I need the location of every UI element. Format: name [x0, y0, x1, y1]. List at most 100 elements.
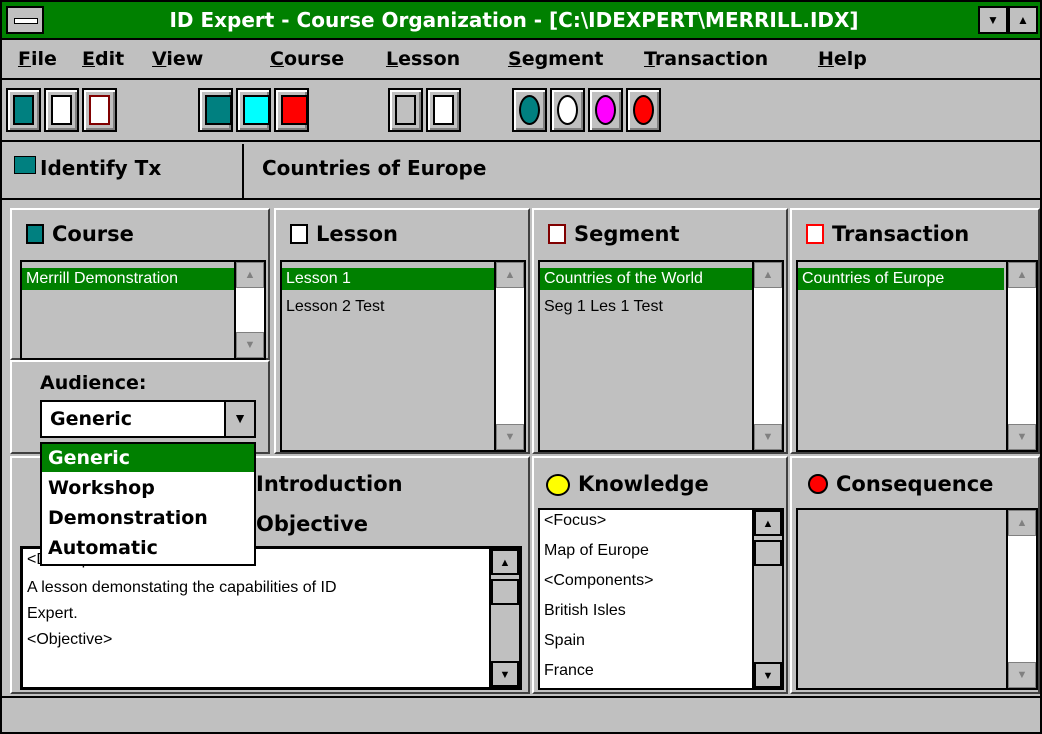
audience-option-demonstration[interactable]: Demonstration — [42, 504, 254, 532]
menu-edit[interactable]: Edit — [82, 48, 124, 70]
audience-select[interactable]: Generic ▼ — [40, 400, 256, 438]
execute-tx-icon — [243, 95, 270, 125]
scroll-down-button[interactable]: ▼ — [1008, 662, 1036, 688]
minimize-button[interactable]: ▼ — [978, 6, 1008, 34]
list-item[interactable]: Countries of the World — [540, 268, 752, 290]
segment-book-icon — [548, 224, 566, 244]
scroll-down-button[interactable]: ▼ — [754, 424, 782, 450]
knowledge-list[interactable]: <Focus> Map of Europe <Components> Briti… — [538, 508, 784, 690]
lesson-book-button[interactable] — [44, 88, 79, 132]
lesson-panel: Lesson Lesson 1 Lesson 2 Test ▲ ▼ — [274, 208, 530, 454]
course-list-scrollbar[interactable]: ▲ ▼ — [234, 262, 264, 358]
globe-search-4-button[interactable] — [626, 88, 661, 132]
scroll-up-button[interactable]: ▲ — [491, 549, 519, 575]
list-item[interactable]: <Components> — [544, 572, 653, 590]
interpret-tx-button[interactable] — [274, 88, 309, 132]
segment-list[interactable]: Countries of the World Seg 1 Les 1 Test … — [538, 260, 784, 452]
consequence-panel-title: Consequence — [836, 472, 994, 496]
list-item[interactable]: Seg 1 Les 1 Test — [544, 298, 663, 316]
list-item[interactable]: France — [544, 662, 594, 680]
audience-label: Audience: — [40, 372, 147, 394]
list-item[interactable]: Merrill Demonstration — [22, 268, 238, 290]
objective-title: Objective — [256, 512, 368, 536]
scroll-down-button[interactable]: ▼ — [496, 424, 524, 450]
chevron-down-icon[interactable]: ▼ — [224, 402, 254, 436]
description-textbox[interactable]: <Description> A lesson demonstating the … — [20, 546, 522, 690]
scroll-down-button[interactable]: ▼ — [236, 332, 264, 358]
text-line: A lesson demonstating the capabilities o… — [27, 579, 337, 596]
course-book-icon — [13, 95, 34, 125]
menu-course[interactable]: Course — [270, 48, 344, 70]
scroll-thumb[interactable] — [754, 540, 782, 566]
maximize-button[interactable]: ▲ — [1008, 6, 1038, 34]
globe-search-1-icon — [519, 95, 540, 125]
globe-search-1-button[interactable] — [512, 88, 547, 132]
scroll-up-button[interactable]: ▲ — [236, 262, 264, 288]
lesson-panel-title: Lesson — [316, 222, 399, 246]
execute-tx-button[interactable] — [236, 88, 271, 132]
title-bar[interactable]: ID Expert - Course Organization - [C:\ID… — [2, 2, 1040, 40]
lesson-book-icon — [51, 95, 72, 125]
transaction-type-label: Identify Tx — [40, 156, 162, 180]
menu-file[interactable]: File — [18, 48, 57, 70]
scroll-up-button[interactable]: ▲ — [754, 262, 782, 288]
list-item[interactable]: Lesson 1 — [282, 268, 494, 290]
knowledge-panel-title: Knowledge — [578, 472, 709, 496]
edit-knowledge-button[interactable] — [388, 88, 423, 132]
list-item[interactable]: <Focus> — [544, 512, 606, 530]
menu-transaction[interactable]: Transaction — [644, 48, 768, 70]
menu-segment[interactable]: Segment — [508, 48, 603, 70]
status-bar — [2, 696, 1040, 732]
text-line: Expert. — [27, 605, 78, 622]
scroll-down-button[interactable]: ▼ — [491, 661, 519, 687]
system-menu-button[interactable] — [6, 6, 44, 34]
scroll-down-button[interactable]: ▼ — [754, 662, 782, 688]
transaction-list[interactable]: Countries of Europe ▲ ▼ — [796, 260, 1038, 452]
transaction-panel-title: Transaction — [832, 222, 970, 246]
audience-dropdown-list[interactable]: Generic Workshop Demonstration Automatic — [40, 442, 256, 566]
transaction-book-icon — [806, 224, 824, 244]
audience-option-generic[interactable]: Generic — [42, 444, 254, 472]
description-scrollbar[interactable]: ▲ ▼ — [489, 549, 519, 687]
identify-tx-icon — [205, 95, 232, 125]
consequence-scrollbar[interactable]: ▲ ▼ — [1006, 510, 1036, 688]
globe-search-3-button[interactable] — [588, 88, 623, 132]
lesson-list-scrollbar[interactable]: ▲ ▼ — [494, 262, 524, 450]
text-line: <Objective> — [27, 631, 113, 648]
identify-tx-button[interactable] — [198, 88, 233, 132]
segment-panel-title: Segment — [574, 222, 680, 246]
lesson-list[interactable]: Lesson 1 Lesson 2 Test ▲ ▼ — [280, 260, 526, 452]
window-title: ID Expert - Course Organization - [C:\ID… — [169, 8, 859, 32]
consequence-panel: Consequence ▲ ▼ — [790, 456, 1040, 694]
list-item[interactable]: Map of Europe — [544, 542, 649, 560]
scroll-thumb[interactable] — [491, 579, 519, 605]
scroll-up-button[interactable]: ▲ — [1008, 262, 1036, 288]
globe-search-4-icon — [633, 95, 654, 125]
course-book-button[interactable] — [6, 88, 41, 132]
chart-button[interactable] — [426, 88, 461, 132]
list-item[interactable]: Lesson 2 Test — [286, 298, 384, 316]
segment-list-scrollbar[interactable]: ▲ ▼ — [752, 262, 782, 450]
audience-option-workshop[interactable]: Workshop — [42, 474, 254, 502]
scroll-up-button[interactable]: ▲ — [496, 262, 524, 288]
menu-view[interactable]: View — [152, 48, 203, 70]
list-item[interactable]: British Isles — [544, 602, 626, 620]
list-item[interactable]: Countries of Europe — [798, 268, 1004, 290]
audience-value: Generic — [50, 408, 133, 430]
course-list[interactable]: Merrill Demonstration ▲ ▼ — [20, 260, 266, 360]
list-item[interactable]: Spain — [544, 632, 585, 650]
menu-help[interactable]: Help — [818, 48, 867, 70]
course-panel: Course Merrill Demonstration ▲ ▼ — [10, 208, 270, 360]
scroll-down-button[interactable]: ▼ — [1008, 424, 1036, 450]
knowledge-scrollbar[interactable]: ▲ ▼ — [752, 510, 782, 688]
scroll-up-button[interactable]: ▲ — [1008, 510, 1036, 536]
menu-lesson[interactable]: Lesson — [386, 48, 460, 70]
consequence-list[interactable]: ▲ ▼ — [796, 508, 1038, 690]
globe-search-2-button[interactable] — [550, 88, 585, 132]
course-book-icon — [26, 224, 44, 244]
segment-book-button[interactable] — [82, 88, 117, 132]
transaction-list-scrollbar[interactable]: ▲ ▼ — [1006, 262, 1036, 450]
scroll-up-button[interactable]: ▲ — [754, 510, 782, 536]
app-window: ID Expert - Course Organization - [C:\ID… — [0, 0, 1042, 734]
audience-option-automatic[interactable]: Automatic — [42, 534, 254, 562]
